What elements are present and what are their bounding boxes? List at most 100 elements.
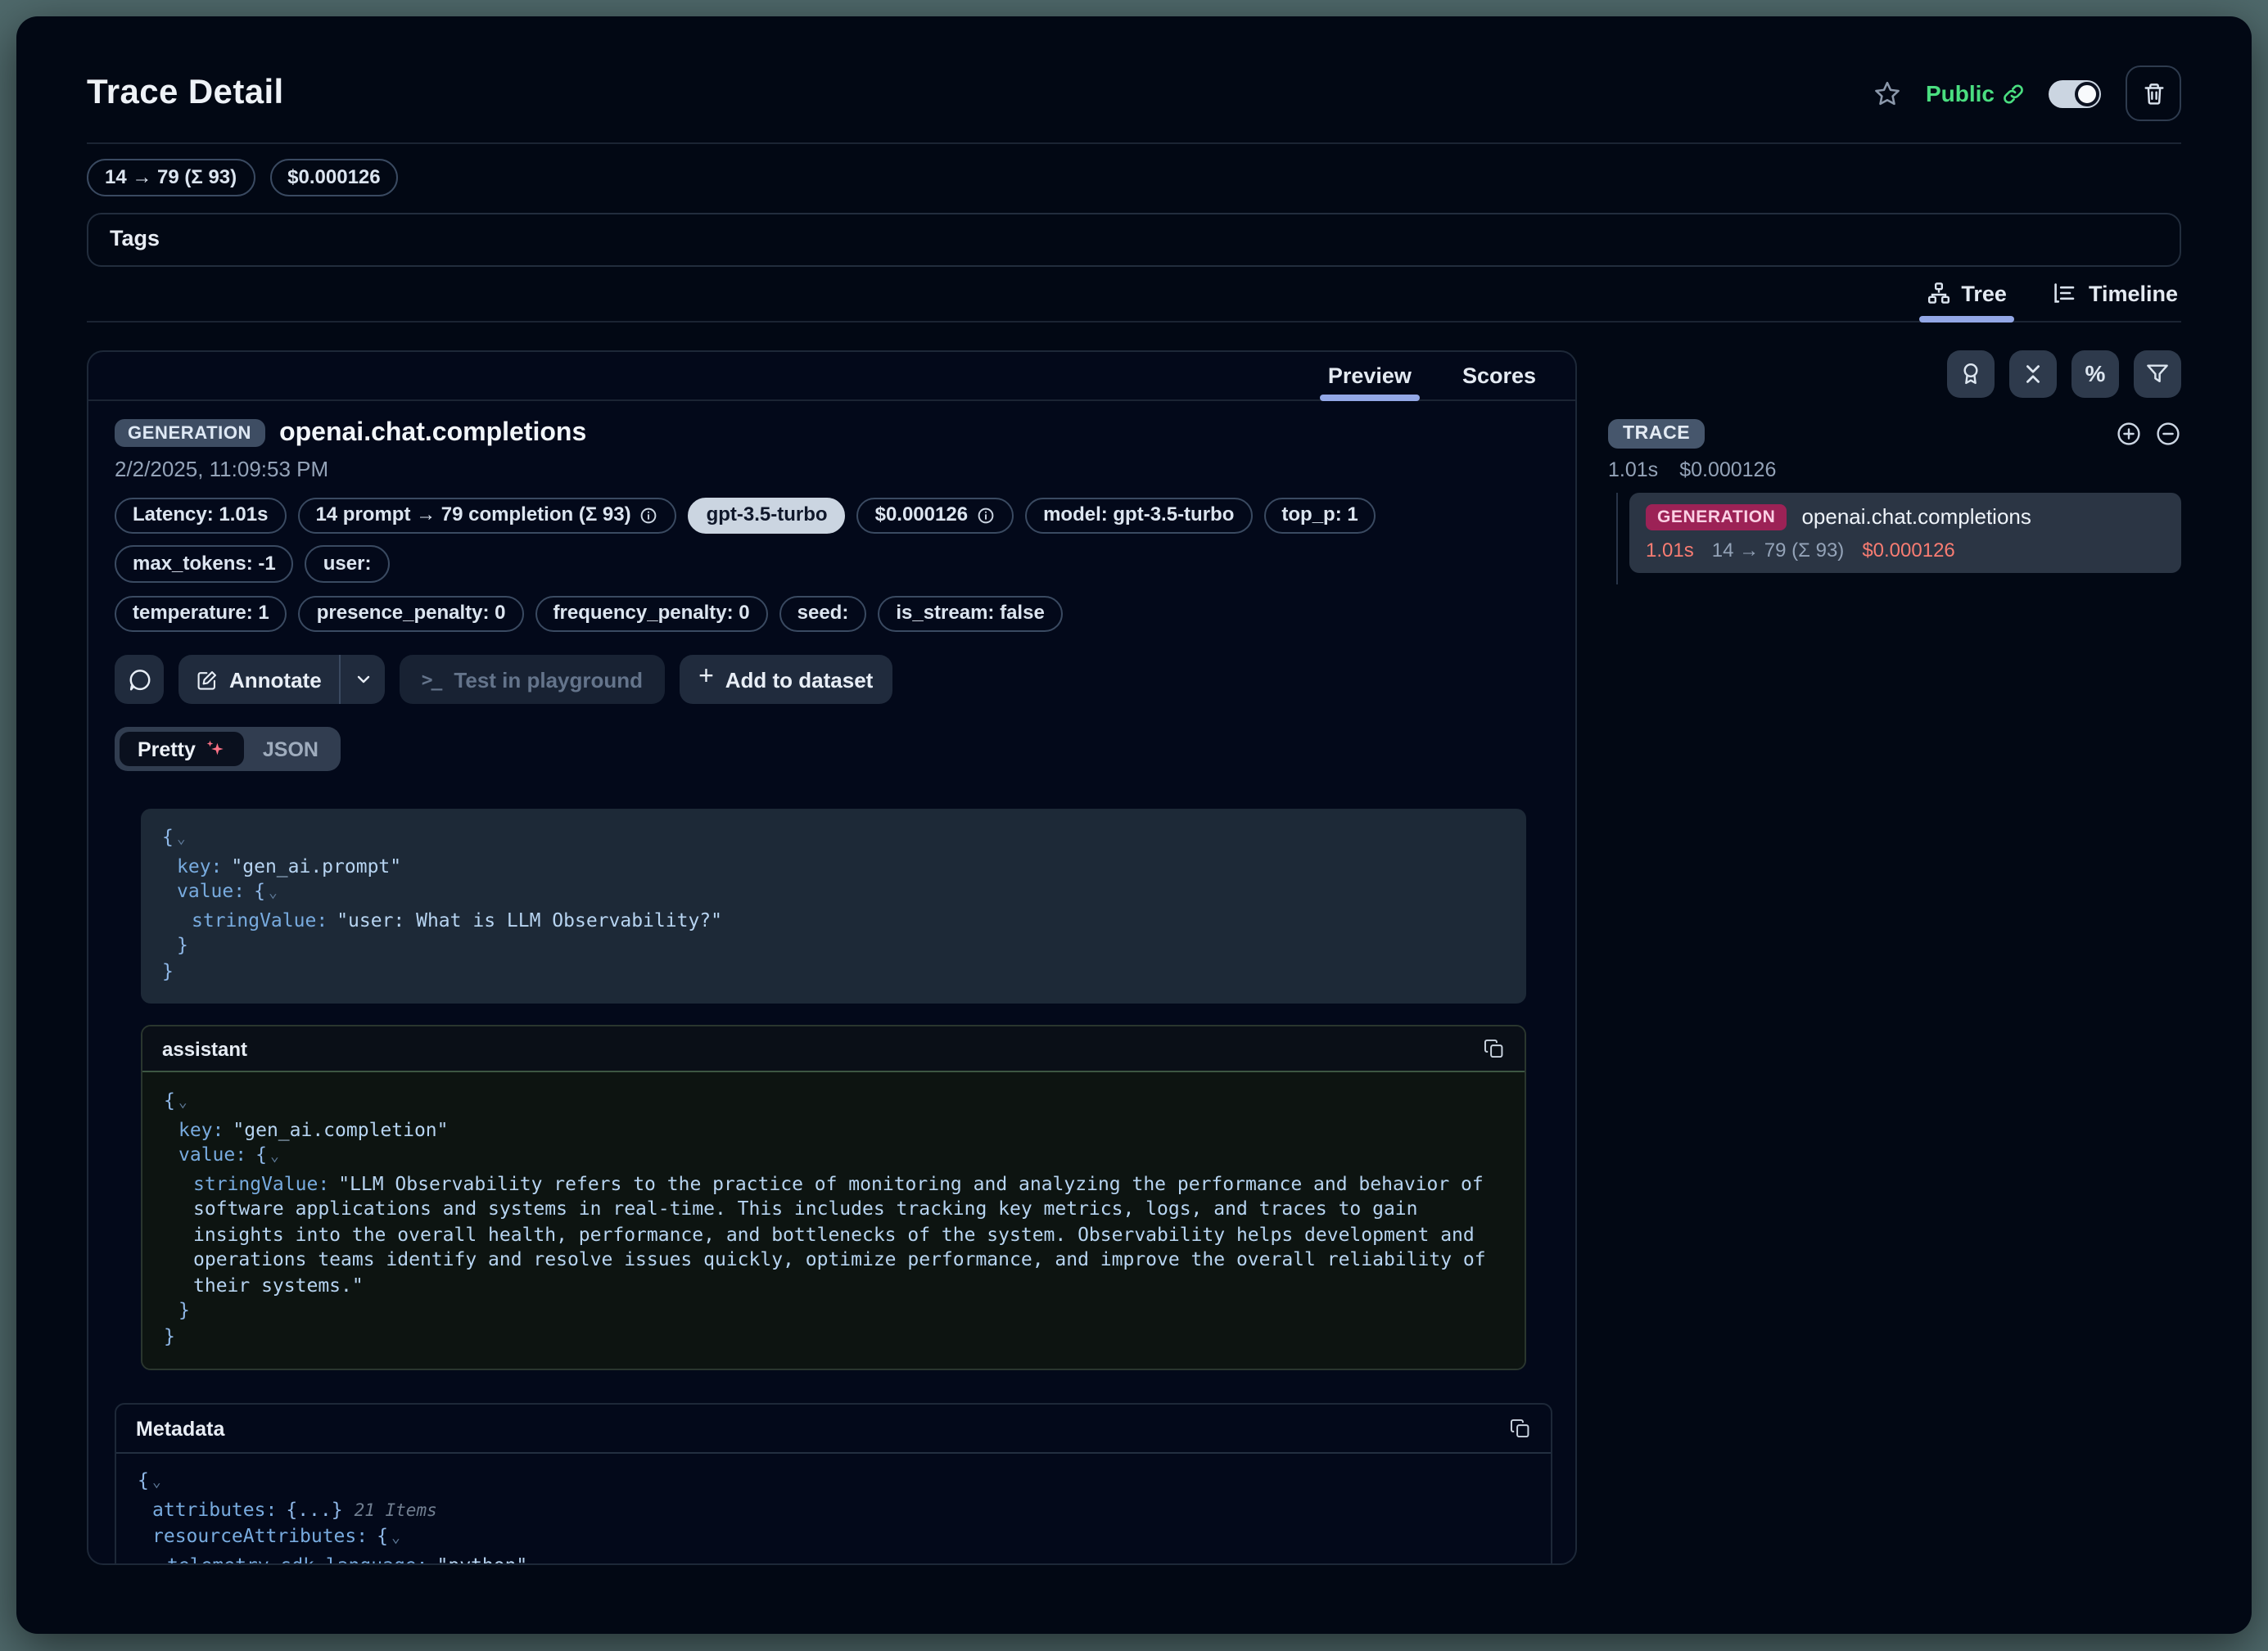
plus-icon: + <box>698 664 714 693</box>
trace-stats: 1.01s $0.000126 <box>1608 458 2181 480</box>
code-line: } <box>164 1299 1503 1324</box>
code-line: } <box>162 959 1505 985</box>
comment-button[interactable] <box>115 656 164 705</box>
add-to-dataset-button[interactable]: + Add to dataset <box>679 656 892 705</box>
format-toggle: Pretty JSON <box>115 728 341 772</box>
observation-badge[interactable]: frequency_penalty: 0 <box>535 596 768 633</box>
annotate-button[interactable]: Annotate <box>178 656 386 705</box>
code-line: } <box>162 934 1505 959</box>
collapse-chevron-icon[interactable]: ⌄ <box>178 1096 187 1112</box>
collapse-icon-circle[interactable] <box>2155 420 2181 446</box>
panel-tabs: Preview Scores <box>88 351 1575 400</box>
trace-tree: GENERATION openai.chat.completions 1.01s… <box>1616 492 2181 584</box>
tree-toolbar: % <box>1608 350 2181 397</box>
observation-timestamp: 2/2/2025, 11:09:53 PM <box>115 456 1552 480</box>
generation-type-badge: GENERATION <box>115 419 264 447</box>
metadata-body: {⌄attributes:{...}21 ItemsresourceAttrib… <box>116 1455 1551 1563</box>
header: Trace Detail Public <box>87 65 2181 121</box>
trace-root-row[interactable]: TRACE <box>1608 418 2181 448</box>
observation-badge[interactable]: temperature: 1 <box>115 596 287 633</box>
sparkles-icon <box>206 739 227 760</box>
trace-latency: 1.01s <box>1608 458 1658 480</box>
assistant-header: assistant <box>142 1027 1525 1073</box>
node-cost: $0.000126 <box>1862 538 1954 561</box>
observation-header: GENERATION openai.chat.completions <box>115 418 1552 448</box>
code-line: stringValue:"LLM Observability refers to… <box>164 1172 1503 1299</box>
observation-body: GENERATION openai.chat.completions 2/2/2… <box>88 400 1575 1563</box>
main-area: Preview Scores GENERATION openai.chat.co… <box>87 350 2181 1564</box>
observation-badges-row2: temperature: 1 presence_penalty: 0 frequ… <box>115 596 1552 633</box>
star-icon[interactable] <box>1873 79 1901 107</box>
timeline-icon <box>2053 282 2077 304</box>
prompt-panel: {⌄key:"gen_ai.prompt"value:{⌄stringValue… <box>141 810 1526 1004</box>
annotations-toggle-button[interactable] <box>1947 350 1995 397</box>
trace-badge: 14 → 79 (Σ 93) <box>87 159 255 196</box>
test-in-playground-button[interactable]: >_ Test in playground <box>400 656 664 705</box>
observation-badge[interactable]: presence_penalty: 0 <box>299 596 524 633</box>
observation-badge[interactable]: max_tokens: -1 <box>115 545 294 582</box>
collapse-chevron-icon[interactable]: ⌄ <box>270 1150 279 1166</box>
tab-preview[interactable]: Preview <box>1325 351 1415 399</box>
collapse-chevron-icon[interactable]: ⌄ <box>152 1476 161 1492</box>
expand-icon[interactable] <box>2116 420 2142 446</box>
collapse-chevron-icon[interactable]: ⌄ <box>177 832 186 849</box>
tags-box[interactable]: Tags <box>87 212 2181 266</box>
public-toggle[interactable] <box>2049 79 2101 107</box>
tree-node-generation[interactable]: GENERATION openai.chat.completions 1.01s… <box>1629 492 2181 572</box>
toggle-knob <box>2075 81 2099 106</box>
copy-icon <box>1510 1419 1531 1440</box>
format-option[interactable]: Pretty <box>120 733 245 767</box>
copy-button[interactable] <box>1510 1419 1531 1440</box>
generation-type-badge: GENERATION <box>1646 503 1787 530</box>
code-line: {⌄ <box>164 1089 1503 1118</box>
view-tabs: Tree Timeline <box>87 281 2181 322</box>
tab-scores[interactable]: Scores <box>1459 351 1539 399</box>
observation-badge[interactable]: is_stream: false <box>878 596 1062 633</box>
observation-badge[interactable]: seed: <box>779 596 867 633</box>
code-line: attributes:{...}21 Items <box>138 1498 1529 1525</box>
observation-name: openai.chat.completions <box>279 418 586 448</box>
format-option[interactable]: JSON <box>245 733 337 767</box>
page-title: Trace Detail <box>87 74 284 113</box>
tree-zoom-controls <box>2116 420 2181 446</box>
observation-badge[interactable]: top_p: 1 <box>1263 497 1376 534</box>
copy-icon <box>1484 1039 1505 1060</box>
node-tokens: 14 → 79 (Σ 93) <box>1712 538 1845 561</box>
code-line: key:"gen_ai.completion" <box>164 1118 1503 1144</box>
annotate-dropdown[interactable] <box>341 656 386 705</box>
node-latency: 1.01s <box>1646 538 1694 561</box>
trace-detail-window: Trace Detail Public <box>16 16 2252 1634</box>
observation-badge[interactable]: user: <box>305 545 390 582</box>
observation-badge[interactable]: Latency: 1.01s <box>115 497 286 534</box>
code-line: {⌄ <box>162 826 1505 855</box>
tab-tree[interactable]: Tree <box>1927 281 2007 320</box>
tab-timeline[interactable]: Timeline <box>2053 281 2178 320</box>
metadata-label: Metadata <box>136 1418 224 1441</box>
observation-badge[interactable]: gpt-3.5-turbo <box>689 497 846 534</box>
trace-badge: $0.000126 <box>269 159 398 196</box>
observation-badge[interactable]: 14 prompt → 79 completion (Σ 93) <box>297 497 676 534</box>
trash-icon <box>2141 81 2166 106</box>
assistant-label: assistant <box>162 1038 247 1061</box>
metrics-toggle-button[interactable]: % <box>2071 350 2119 397</box>
assistant-panel: assistant {⌄key:"gen_ai.completion"value <box>141 1026 1526 1371</box>
tree-icon <box>1927 282 1949 304</box>
chat-bubble-icon <box>127 668 151 692</box>
code-line: value:{⌄ <box>164 1144 1503 1172</box>
filter-button[interactable] <box>2134 350 2181 397</box>
observation-badge[interactable]: $0.000126 <box>857 497 1014 534</box>
copy-button[interactable] <box>1484 1039 1505 1060</box>
code-line: telemetry.sdk.language:"python" <box>138 1554 1529 1563</box>
trace-summary-badges: 14 → 79 (Σ 93) $0.000126 <box>87 159 2181 196</box>
collapse-icon <box>2021 361 2045 386</box>
chevron-down-icon <box>354 670 373 690</box>
observation-badge[interactable]: model: gpt-3.5-turbo <box>1025 497 1252 534</box>
delete-button[interactable] <box>2126 65 2181 121</box>
public-link[interactable]: Public <box>1926 80 2024 106</box>
terminal-icon: >_ <box>422 669 441 692</box>
code-line: {⌄ <box>138 1469 1529 1498</box>
collapse-chevron-icon[interactable]: ⌄ <box>391 1531 400 1548</box>
collapse-chevron-icon[interactable]: ⌄ <box>269 886 278 903</box>
collapse-all-button[interactable] <box>2009 350 2057 397</box>
percent-icon: % <box>2085 360 2106 386</box>
